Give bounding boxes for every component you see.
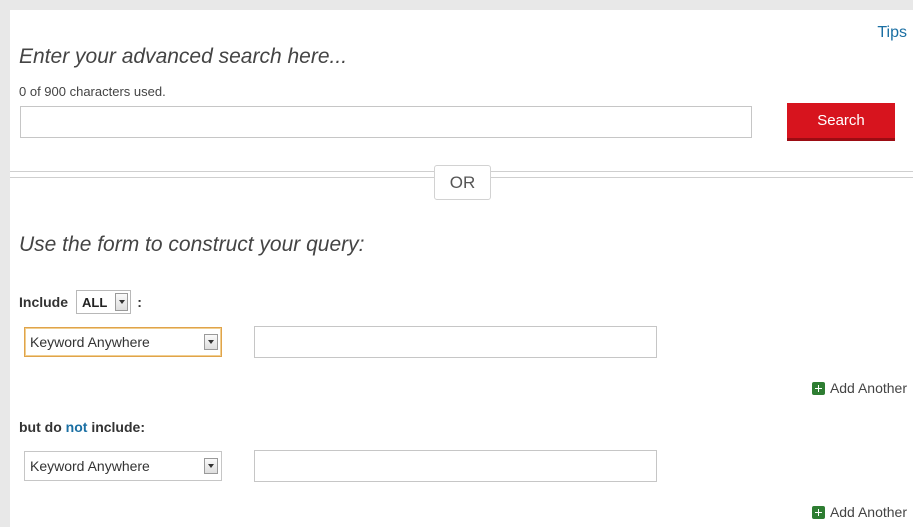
advanced-search-input[interactable]: [20, 106, 752, 138]
include-row: Include ALL :: [19, 289, 142, 315]
exclude-suffix: include:: [91, 419, 145, 435]
or-separator: OR: [434, 165, 491, 200]
add-another-exclude-button[interactable]: Add Another: [811, 504, 907, 520]
exclude-field-value: Keyword Anywhere: [30, 458, 150, 474]
plus-icon: [811, 505, 825, 519]
include-field-value: Keyword Anywhere: [30, 334, 150, 350]
tips-link[interactable]: Tips: [877, 24, 907, 42]
plus-icon: [811, 381, 825, 395]
add-another-label: Add Another: [829, 504, 907, 520]
include-term-input[interactable]: [254, 326, 657, 358]
add-another-label: Add Another: [829, 380, 907, 396]
advanced-search-heading: Enter your advanced search here...: [19, 45, 348, 68]
include-mode-select[interactable]: ALL: [76, 290, 132, 314]
add-another-include-button[interactable]: Add Another: [811, 380, 907, 396]
chevron-down-icon: [204, 334, 218, 350]
exclude-term-input[interactable]: [254, 450, 657, 482]
chevron-down-icon: [115, 293, 129, 311]
exclude-prefix: but do: [19, 419, 62, 435]
include-colon: :: [137, 294, 142, 310]
character-count: 0 of 900 characters used.: [19, 84, 166, 99]
include-label: Include: [19, 294, 69, 310]
advanced-search-panel: Tips Enter your advanced search here... …: [10, 10, 913, 527]
chevron-down-icon: [204, 458, 218, 474]
exclude-label: but do not include:: [19, 419, 145, 435]
exclude-not: not: [65, 419, 88, 435]
query-form-heading: Use the form to construct your query:: [19, 233, 365, 256]
exclude-field-select[interactable]: Keyword Anywhere: [24, 451, 222, 481]
include-field-select[interactable]: Keyword Anywhere: [24, 327, 222, 357]
include-mode-value: ALL: [82, 294, 108, 310]
search-button[interactable]: Search: [787, 103, 895, 141]
